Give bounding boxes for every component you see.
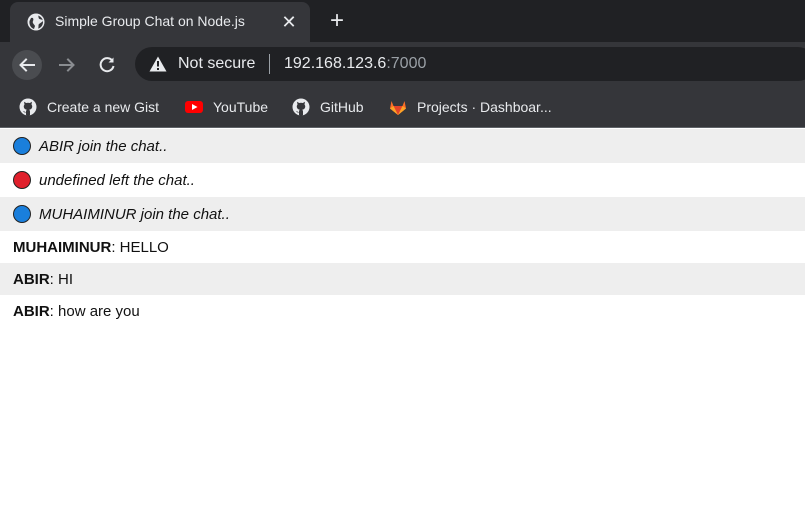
url-text[interactable]: 192.168.123.6:7000: [284, 55, 426, 73]
github-icon: [19, 98, 37, 116]
tab-title: Simple Group Chat on Node.js: [55, 13, 245, 29]
url-host: 192.168.123.6: [284, 55, 387, 72]
system-message-left: undefined left the chat..: [0, 163, 805, 197]
reload-icon: [99, 57, 115, 73]
arrow-left-icon: [19, 58, 35, 72]
url-port: :7000: [386, 55, 427, 72]
chat-message: ABIR: HI: [0, 263, 805, 295]
system-message-text: ABIR join the chat..: [39, 137, 168, 155]
back-button[interactable]: [12, 50, 42, 80]
bookmark-github[interactable]: GitHub: [292, 96, 364, 118]
message-username: ABIR: [13, 270, 50, 288]
browser-toolbar: Not secure 192.168.123.6:7000: [0, 42, 805, 86]
reload-button[interactable]: [92, 50, 122, 80]
new-tab-icon[interactable]: +: [323, 8, 351, 36]
chat-message: ABIR: how are you: [0, 295, 805, 327]
globe-icon: [27, 13, 45, 31]
message-text: : how are you: [49, 302, 140, 320]
security-status[interactable]: Not secure: [178, 55, 255, 73]
bookmark-youtube[interactable]: YouTube: [185, 96, 268, 118]
message-text: : HI: [49, 270, 74, 288]
system-message-text: MUHAIMINUR join the chat..: [39, 205, 230, 223]
address-bar[interactable]: Not secure 192.168.123.6:7000: [135, 47, 805, 81]
chat-message: MUHAIMINUR: HELLO: [0, 231, 805, 263]
message-username: MUHAIMINUR: [13, 238, 112, 256]
chat-log: ABIR join the chat.. undefined left the …: [0, 129, 805, 517]
warning-icon[interactable]: [149, 56, 167, 72]
join-status-icon: [13, 205, 31, 223]
github-icon: [292, 98, 310, 116]
system-message-join: ABIR join the chat..: [0, 129, 805, 163]
tab-close-icon[interactable]: ✕: [278, 11, 300, 33]
system-message-join: MUHAIMINUR join the chat..: [0, 197, 805, 231]
arrow-right-icon: [59, 58, 75, 72]
bookmark-label: GitHub: [320, 99, 364, 115]
left-status-icon: [13, 171, 31, 189]
youtube-icon: [185, 101, 203, 113]
join-status-icon: [13, 137, 31, 155]
tab-strip: Simple Group Chat on Node.js ✕ +: [0, 0, 805, 42]
bookmark-label: Create a new Gist: [47, 99, 160, 115]
bookmark-label: YouTube: [213, 99, 269, 115]
bookmarks-bar: Create a new Gist YouTube GitHub Project…: [0, 86, 805, 128]
browser-tab[interactable]: Simple Group Chat on Node.js ✕: [10, 2, 310, 42]
message-text: : HELLO: [111, 238, 169, 256]
message-username: ABIR: [13, 302, 50, 320]
forward-button[interactable]: [52, 50, 82, 80]
gitlab-icon: [390, 101, 406, 115]
bookmark-create-gist[interactable]: Create a new Gist: [19, 96, 159, 118]
bookmark-projects-dashboard[interactable]: Projects · Dashboar...: [389, 96, 552, 118]
system-message-text: undefined left the chat..: [39, 171, 195, 189]
bookmark-label: Projects · Dashboar...: [417, 99, 552, 115]
address-divider: [269, 54, 270, 74]
